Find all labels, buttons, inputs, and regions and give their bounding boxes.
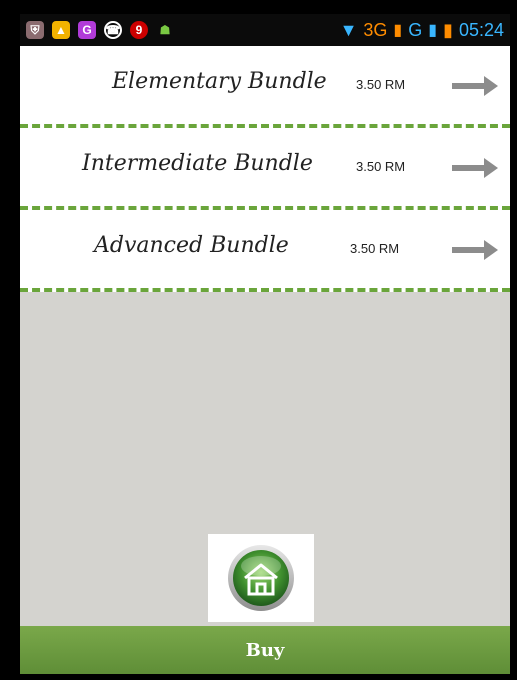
wifi-icon: ▼ [339, 19, 358, 40]
whatsapp-icon: ☎ [104, 21, 122, 39]
list-item-bundle[interactable]: Elementary Bundle 3.50 RM [20, 46, 510, 128]
badge-icon: 9 [130, 21, 148, 39]
bundle-title: Elementary Bundle [112, 69, 327, 94]
network-label: 3G [363, 19, 388, 40]
bundle-price: 3.50 RM [350, 241, 400, 256]
list-item-bundle[interactable]: Intermediate Bundle 3.50 RM [20, 128, 510, 210]
status-left-icons: ⛨ ▲ G ☎ 9 ☗ [26, 19, 174, 41]
buy-label: Buy [245, 639, 285, 661]
phone-frame: ⛨ ▲ G ☎ 9 ☗ ▼ 3G ▮ G ▮ ▮ 05:24 Elementar… [0, 0, 517, 680]
bundle-title: Intermediate Bundle [82, 151, 313, 176]
list-item-bundle[interactable]: Advanced Bundle 3.50 RM [20, 210, 510, 292]
bundle-price: 3.50 RM [356, 77, 406, 92]
bundle-title: Advanced Bundle [94, 233, 289, 258]
arrow-right-icon[interactable] [450, 156, 500, 180]
notification-icon: ⛨ [26, 21, 44, 39]
badge-count: 9 [135, 23, 143, 37]
bundle-price: 3.50 RM [356, 159, 406, 174]
signal-icon: ▮ [393, 22, 403, 39]
android-icon: ☗ [159, 23, 171, 37]
status-right: ▼ 3G ▮ G ▮ ▮ 05:24 [340, 18, 504, 42]
photo-icon: ▲ [52, 21, 70, 39]
status-bar: ⛨ ▲ G ☎ 9 ☗ ▼ 3G ▮ G ▮ ▮ 05:24 [20, 14, 510, 46]
g-app-icon: G [78, 21, 96, 39]
arrow-right-icon[interactable] [450, 238, 500, 262]
bundle-list: Elementary Bundle 3.50 RM Intermediate B… [20, 46, 510, 292]
app-screen: ⛨ ▲ G ☎ 9 ☗ ▼ 3G ▮ G ▮ ▮ 05:24 Elementar… [20, 14, 510, 674]
network-label-2: G [408, 19, 423, 40]
home-tile[interactable] [208, 534, 314, 622]
status-time: 05:24 [458, 19, 504, 40]
buy-button[interactable]: Buy [20, 626, 510, 674]
signal-icon-2: ▮ [428, 22, 438, 39]
arrow-right-icon[interactable] [450, 74, 500, 98]
battery-icon: ▮ [443, 19, 453, 40]
home-icon[interactable] [221, 538, 301, 618]
